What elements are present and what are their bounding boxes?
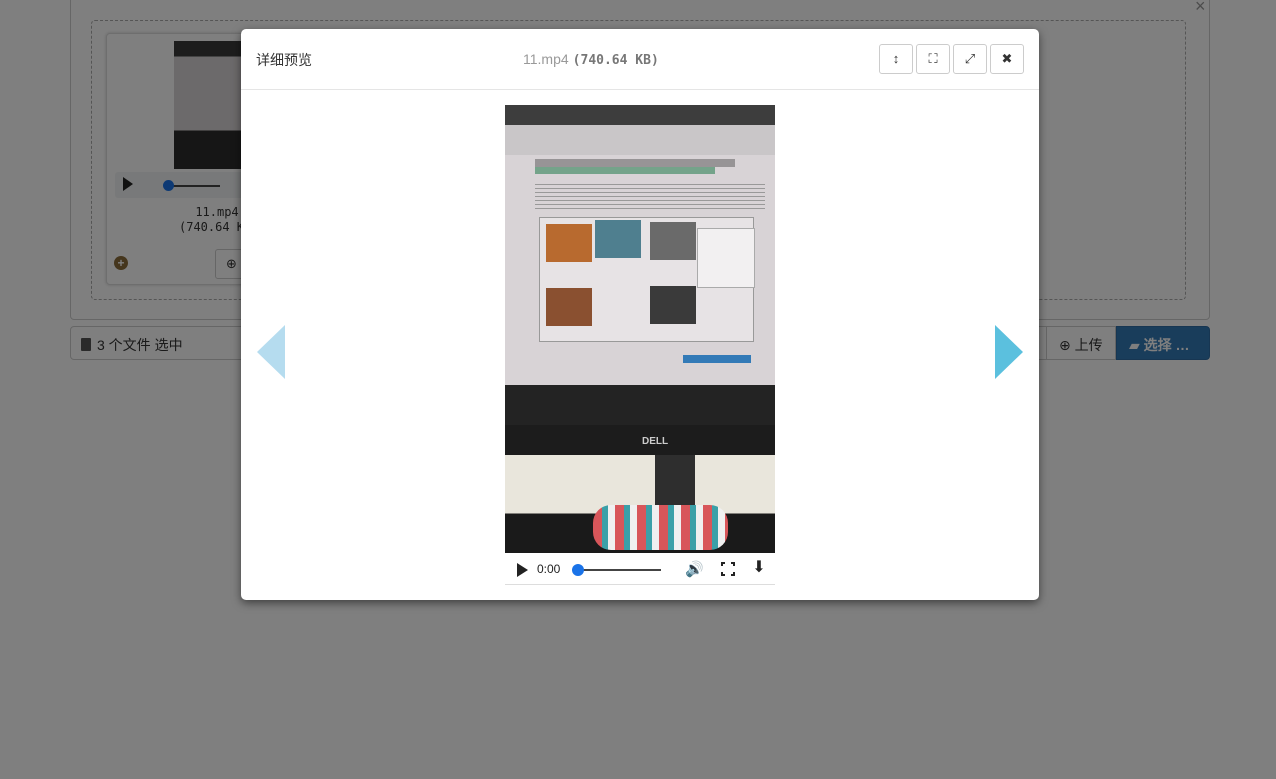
previous-arrow-icon[interactable] [257, 325, 285, 379]
modal-file-size: (740.64 KB) [572, 53, 659, 68]
frame-tile [650, 286, 696, 324]
frame-badges [535, 167, 715, 174]
frame-tile [595, 220, 641, 258]
arrows-vertical-icon: ↕ [892, 51, 900, 66]
modal-header: 详细预览 11.mp4 (740.64 KB) ↕ ⛶ ⤢ ✖ [241, 29, 1039, 90]
frame-monitor-logo: DELL [642, 436, 669, 447]
frame-heading [535, 159, 735, 167]
frame-monitor-stand [655, 455, 695, 505]
seek-bar[interactable] [577, 569, 661, 571]
zoom-button[interactable]: ⛶ [916, 44, 950, 74]
frame-taskbar [505, 385, 775, 425]
fullscreen-icon[interactable] [721, 562, 735, 576]
modal-file-name: 11.mp4 [523, 51, 569, 67]
volume-icon[interactable]: 🔊 [685, 560, 705, 578]
video-player[interactable]: DELL 0:00 🔊 ⬇ [505, 105, 775, 585]
modal-file-info: 11.mp4 (740.64 KB) [523, 51, 659, 68]
close-icon: ✖ [1001, 51, 1013, 66]
frame-monitor-bezel [505, 425, 775, 455]
fullscreen-button[interactable]: ⤢ [953, 44, 987, 74]
frame-tile [650, 222, 696, 260]
toggle-height-button[interactable]: ↕ [879, 44, 913, 74]
frame-pencil-case [593, 505, 728, 550]
frame-blue-button [683, 355, 751, 363]
frame-tile [546, 224, 592, 262]
frame-browser-tabs [505, 125, 775, 155]
download-icon[interactable]: ⬇ [751, 560, 767, 578]
frame-browser-topbar [505, 105, 775, 125]
play-icon[interactable] [517, 563, 528, 577]
close-modal-button[interactable]: ✖ [990, 44, 1024, 74]
frame-tile [546, 288, 592, 326]
frame-side-panel [697, 228, 755, 288]
next-arrow-icon[interactable] [995, 325, 1023, 379]
compress-icon: ⛶ [928, 51, 938, 66]
modal-title: 详细预览 [256, 52, 312, 68]
expand-icon: ⤢ [964, 51, 976, 66]
video-controls[interactable]: 0:00 🔊 ⬇ [505, 553, 775, 585]
frame-text [535, 181, 765, 211]
seek-knob[interactable] [572, 564, 584, 576]
video-frame [505, 105, 775, 405]
preview-modal: 详细预览 11.mp4 (740.64 KB) ↕ ⛶ ⤢ ✖ DELL 0:0… [241, 29, 1039, 600]
current-time: 0:00 [537, 562, 561, 576]
